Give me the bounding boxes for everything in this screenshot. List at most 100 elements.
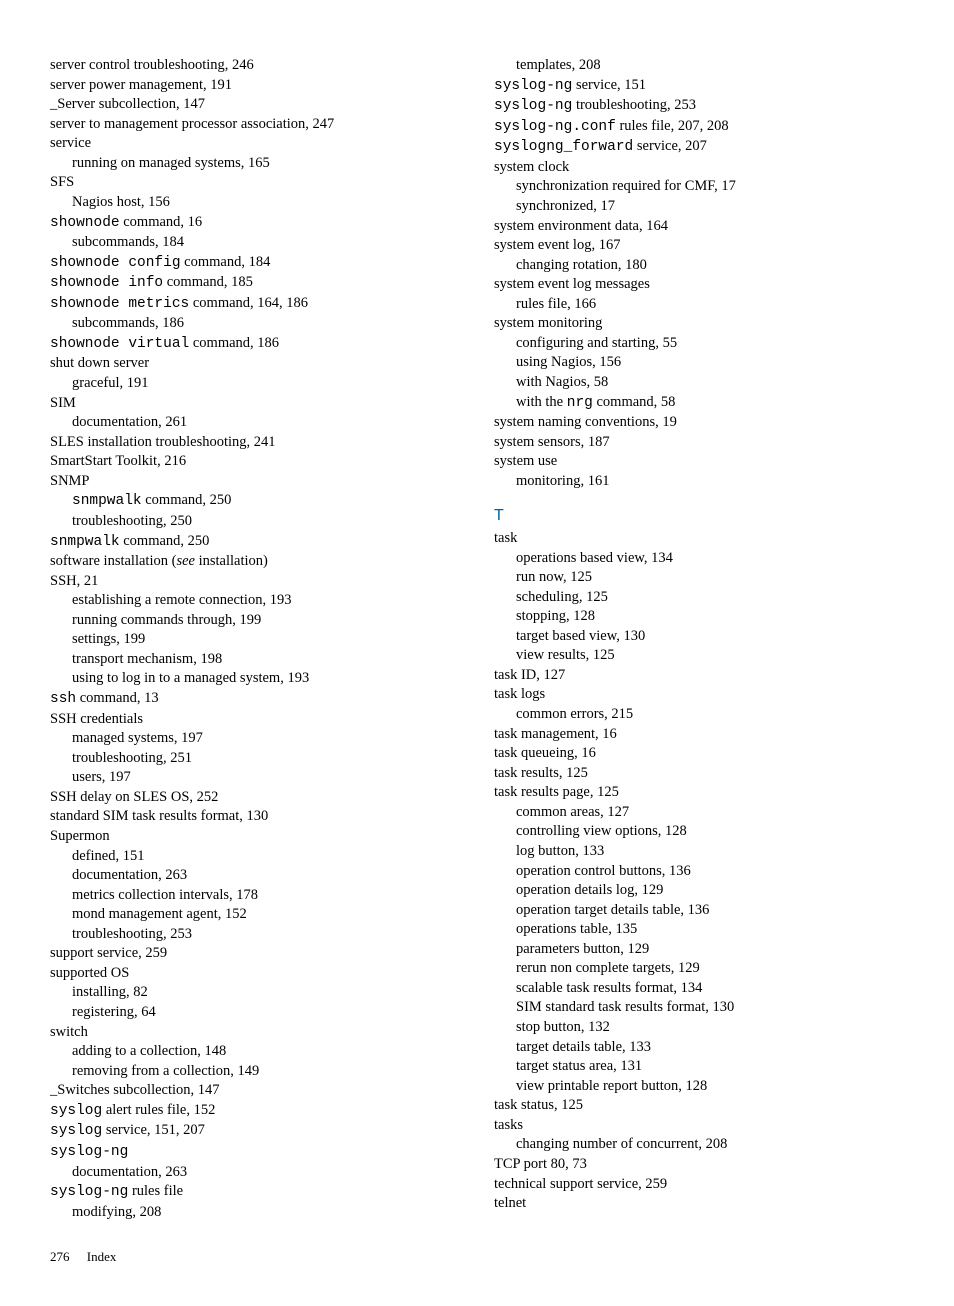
index-entry: controlling view options, 128 xyxy=(494,822,904,842)
index-entry: monitoring, 161 xyxy=(494,472,904,492)
index-entry: synchronized, 17 xyxy=(494,197,904,217)
index-entry: users, 197 xyxy=(50,768,460,788)
index-entry: managed systems, 197 xyxy=(50,729,460,749)
index-entry: SIM xyxy=(50,394,460,414)
index-entry: adding to a collection, 148 xyxy=(50,1042,460,1062)
index-entry: settings, 199 xyxy=(50,630,460,650)
index-entry: with the nrg command, 58 xyxy=(494,393,904,414)
index-entry: task management, 16 xyxy=(494,725,904,745)
index-entry: Nagios host, 156 xyxy=(50,193,460,213)
index-entry: _Server subcollection, 147 xyxy=(50,95,460,115)
index-entry: syslog-ng.conf rules file, 207, 208 xyxy=(494,117,904,138)
index-entry: SIM standard task results format, 130 xyxy=(494,998,904,1018)
index-entry: parameters button, 129 xyxy=(494,940,904,960)
index-entry: system environment data, 164 xyxy=(494,217,904,237)
index-entry: operation control buttons, 136 xyxy=(494,862,904,882)
index-entry: stop button, 132 xyxy=(494,1018,904,1038)
index-entry: changing rotation, 180 xyxy=(494,256,904,276)
index-entry: system clock xyxy=(494,158,904,178)
index-entry: shownode virtual command, 186 xyxy=(50,334,460,355)
index-entry: operations table, 135 xyxy=(494,920,904,940)
index-entry: server power management, 191 xyxy=(50,76,460,96)
index-entry: service xyxy=(50,134,460,154)
index-entry: log button, 133 xyxy=(494,842,904,862)
index-entry: operation details log, 129 xyxy=(494,881,904,901)
index-entry: defined, 151 xyxy=(50,847,460,867)
index-entry: standard SIM task results format, 130 xyxy=(50,807,460,827)
index-entry: troubleshooting, 253 xyxy=(50,925,460,945)
index-entry: transport mechanism, 198 xyxy=(50,650,460,670)
index-entry: SSH credentials xyxy=(50,710,460,730)
index-entry: snmpwalk command, 250 xyxy=(50,491,460,512)
index-entry: supported OS xyxy=(50,964,460,984)
index-entry: TCP port 80, 73 xyxy=(494,1155,904,1175)
index-entry: task queueing, 16 xyxy=(494,744,904,764)
index-entry: installing, 82 xyxy=(50,983,460,1003)
index-entry: removing from a collection, 149 xyxy=(50,1062,460,1082)
index-entry: common errors, 215 xyxy=(494,705,904,725)
index-entry: stopping, 128 xyxy=(494,607,904,627)
index-entry: snmpwalk command, 250 xyxy=(50,532,460,553)
index-entry: system monitoring xyxy=(494,314,904,334)
index-entry: subcommands, 184 xyxy=(50,233,460,253)
index-entry: syslog alert rules file, 152 xyxy=(50,1101,460,1122)
index-entry: shut down server xyxy=(50,354,460,374)
index-entry: system event log, 167 xyxy=(494,236,904,256)
index-entry: technical support service, 259 xyxy=(494,1175,904,1195)
index-entry: common areas, 127 xyxy=(494,803,904,823)
index-entry: task status, 125 xyxy=(494,1096,904,1116)
index-entry: task logs xyxy=(494,685,904,705)
index-entry: registering, 64 xyxy=(50,1003,460,1023)
index-entry: SLES installation troubleshooting, 241 xyxy=(50,433,460,453)
index-entry: rerun non complete targets, 129 xyxy=(494,959,904,979)
index-entry: SFS xyxy=(50,173,460,193)
page-footer: 276 Index xyxy=(50,1248,904,1266)
index-entry: SmartStart Toolkit, 216 xyxy=(50,452,460,472)
index-entry: templates, 208 xyxy=(494,56,904,76)
index-entry: syslog-ng troubleshooting, 253 xyxy=(494,96,904,117)
index-entry: switch xyxy=(50,1023,460,1043)
index-entry: configuring and starting, 55 xyxy=(494,334,904,354)
index-entry: task xyxy=(494,529,904,549)
index-entry: shownode command, 16 xyxy=(50,213,460,234)
index-entry: run now, 125 xyxy=(494,568,904,588)
index-entry: SSH delay on SLES OS, 252 xyxy=(50,788,460,808)
index-entry: scalable task results format, 134 xyxy=(494,979,904,999)
index-entry: task results page, 125 xyxy=(494,783,904,803)
index-entry: system event log messages xyxy=(494,275,904,295)
index-entry: SSH, 21 xyxy=(50,572,460,592)
index-entry: modifying, 208 xyxy=(50,1203,460,1223)
index-entry: syslogng_forward service, 207 xyxy=(494,137,904,158)
index-entry: changing number of concurrent, 208 xyxy=(494,1135,904,1155)
index-entry: rules file, 166 xyxy=(494,295,904,315)
index-entry: server control troubleshooting, 246 xyxy=(50,56,460,76)
index-entry: telnet xyxy=(494,1194,904,1214)
index-entry: target status area, 131 xyxy=(494,1057,904,1077)
footer-label: Index xyxy=(87,1249,117,1264)
index-entry: running commands through, 199 xyxy=(50,611,460,631)
index-entry: troubleshooting, 251 xyxy=(50,749,460,769)
index-entry: syslog-ng service, 151 xyxy=(494,76,904,97)
index-columns: server control troubleshooting, 246serve… xyxy=(50,56,904,1222)
index-entry: system use xyxy=(494,452,904,472)
index-entry: software installation (see installation) xyxy=(50,552,460,572)
index-entry: syslog service, 151, 207 xyxy=(50,1121,460,1142)
index-entry: using to log in to a managed system, 193 xyxy=(50,669,460,689)
index-column-right: templates, 208syslog-ng service, 151sysl… xyxy=(494,56,904,1222)
index-entry: synchronization required for CMF, 17 xyxy=(494,177,904,197)
index-entry: shownode metrics command, 164, 186 xyxy=(50,294,460,315)
index-entry: tasks xyxy=(494,1116,904,1136)
index-entry: SNMP xyxy=(50,472,460,492)
index-entry: target based view, 130 xyxy=(494,627,904,647)
index-entry: _Switches subcollection, 147 xyxy=(50,1081,460,1101)
index-entry: Supermon xyxy=(50,827,460,847)
index-entry: scheduling, 125 xyxy=(494,588,904,608)
index-entry: view printable report button, 128 xyxy=(494,1077,904,1097)
index-entry: shownode info command, 185 xyxy=(50,273,460,294)
index-entry: syslog-ng rules file xyxy=(50,1182,460,1203)
index-entry: system sensors, 187 xyxy=(494,433,904,453)
index-entry: shownode config command, 184 xyxy=(50,253,460,274)
index-entry: operation target details table, 136 xyxy=(494,901,904,921)
index-entry: task ID, 127 xyxy=(494,666,904,686)
index-entry: documentation, 263 xyxy=(50,866,460,886)
